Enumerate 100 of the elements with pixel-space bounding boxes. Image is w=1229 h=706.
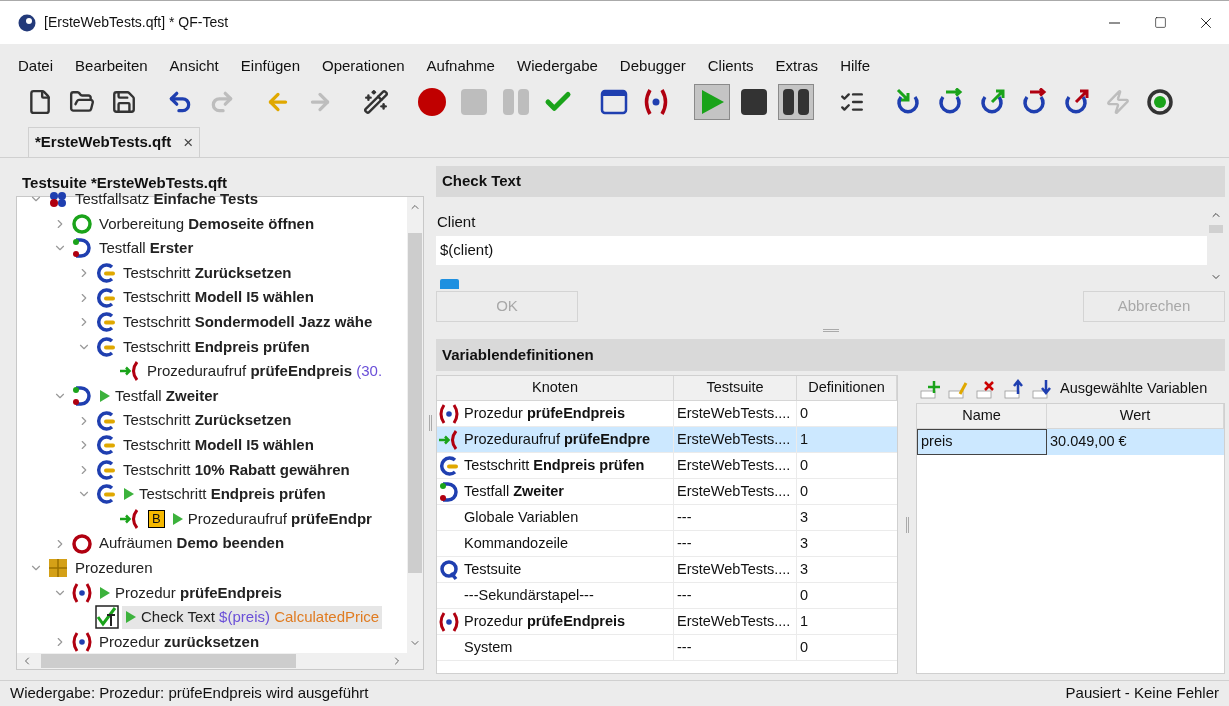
tree-item[interactable]: Testschritt Zurücksetzen xyxy=(120,409,295,432)
move-up-button[interactable] xyxy=(1004,379,1026,399)
table-row[interactable]: Kommandozeile --- 3 xyxy=(437,531,897,557)
running-play-icon xyxy=(123,487,135,502)
menu-item[interactable]: Bearbeiten xyxy=(75,54,148,78)
checkbox-icon[interactable] xyxy=(440,278,459,289)
tree-item[interactable]: Testschritt Zurücksetzen xyxy=(120,261,295,285)
magic-wand-icon xyxy=(363,89,389,115)
tree-item[interactable]: Prozedur prüfeEndpreis xyxy=(96,581,285,605)
table-cell-text: Kommandozeile xyxy=(464,533,568,553)
ring-icon xyxy=(71,212,93,235)
table-row[interactable]: Testsuite ErsteWebTests.... 3 xyxy=(437,557,897,583)
table-row[interactable]: Testschritt Endpreis prüfen ErsteWebTests.... 0 xyxy=(437,453,897,479)
menu-item[interactable]: Hilfe xyxy=(840,54,871,78)
test-step-icon xyxy=(95,262,117,285)
tree-item[interactable]: Testschritt 10% Rabatt gewähren xyxy=(120,458,353,482)
tree-item[interactable]: Testfall Erster xyxy=(96,237,197,260)
table-row[interactable]: Globale Variablen --- 3 xyxy=(437,505,897,531)
running-play-icon xyxy=(99,389,111,404)
procedure-icon xyxy=(71,631,93,653)
status-message: Wiedergabe: Prozedur: prüfeEndpreis wird ausgeführt xyxy=(10,683,369,704)
play-button[interactable] xyxy=(694,84,730,120)
client-field[interactable]: $(client) xyxy=(436,235,1207,265)
table-cell-text: Globale Variablen xyxy=(464,507,579,527)
test-case-icon xyxy=(71,385,93,408)
menu-item[interactable]: Aufnahme xyxy=(426,54,495,78)
procedure-icon xyxy=(71,581,93,604)
skip-out-icon xyxy=(1062,88,1090,116)
menu-item[interactable]: Datei xyxy=(18,54,54,78)
vertical-scrollbar[interactable] xyxy=(407,197,423,653)
menu-item[interactable]: Einfügen xyxy=(240,54,300,78)
section-label: Ausgewählte Variablen xyxy=(1060,379,1208,399)
panel-title: Testsuite *ErsteWebTests.qft xyxy=(21,172,229,193)
document-tab[interactable]: *ErsteWebTests.qft × xyxy=(28,127,201,157)
minimize-icon xyxy=(1108,21,1120,24)
menu-item[interactable]: Ansicht xyxy=(169,54,219,78)
skip-over-icon xyxy=(1020,88,1048,116)
tree-item[interactable]: Vorbereitung Demoseite öffnen xyxy=(96,212,318,236)
down-icon xyxy=(1032,379,1054,399)
scrollbar-thumb[interactable] xyxy=(1209,225,1223,233)
status-message: Pausiert - Keine Fehler xyxy=(1065,683,1219,704)
tree-item[interactable]: Prozeduraufruf prüfeEndpreis (30. xyxy=(144,360,386,383)
table-row[interactable]: Prozeduraufruf prüfeEndpre ErsteWebTests.... 1 xyxy=(437,427,897,453)
tree-item[interactable]: Check Text $(preis) CalculatedPrice xyxy=(122,606,383,629)
breakpoint-marker[interactable]: B xyxy=(148,510,165,528)
step-over-icon xyxy=(936,88,964,116)
menu-item[interactable]: Extras xyxy=(775,54,819,78)
add-icon xyxy=(920,379,942,399)
menu-item[interactable]: Clients xyxy=(707,54,754,78)
table-row[interactable]: Prozedur prüfeEndpreis ErsteWebTests.... 1 xyxy=(437,609,897,635)
save-icon xyxy=(111,89,137,115)
test-step-icon xyxy=(95,458,117,481)
tree-item[interactable]: Testschritt Modell I5 wählen xyxy=(120,434,317,457)
table-cell: preis xyxy=(917,429,1047,455)
tree-item[interactable]: Testschritt Sondermodell Jazz wähe xyxy=(120,311,376,334)
running-play-icon xyxy=(125,610,137,625)
table-row[interactable]: Prozedur prüfeEndpreis ErsteWebTests.... 0 xyxy=(437,401,897,427)
procedure-call-icon xyxy=(438,428,460,451)
tree-item[interactable]: Prozeduraufruf prüfeEndpr xyxy=(168,507,375,531)
table-cell-text: Prozedur prüfeEndpreis xyxy=(464,403,626,423)
menu-item[interactable]: Operationen xyxy=(322,54,405,78)
new-file-icon xyxy=(27,89,53,115)
table-cell-text: Testsuite xyxy=(464,559,522,579)
window-icon xyxy=(600,88,628,116)
table-cell-text: Testfall Zweiter xyxy=(464,481,564,501)
table-cell-text: Prozedur prüfeEndpreis xyxy=(464,611,626,631)
table-row[interactable]: ---Sekundärstapel--- --- 0 xyxy=(437,583,897,609)
test-suite-icon xyxy=(438,558,460,581)
test-step-icon xyxy=(95,434,117,457)
pause-button[interactable] xyxy=(778,84,814,120)
procedure-call-icon xyxy=(119,360,141,383)
table-cell-text: 30.049,00 € xyxy=(1049,432,1128,452)
move-down-button[interactable] xyxy=(1032,379,1054,399)
section-header: Check Text xyxy=(436,166,1225,197)
tree-item[interactable]: Aufräumen Demo beenden xyxy=(96,532,288,555)
tree-item[interactable]: Testschritt Endpreis prüfen xyxy=(120,335,313,359)
close-tab-button[interactable]: × xyxy=(183,129,194,156)
test-case-icon xyxy=(438,480,460,503)
test-step-icon xyxy=(95,409,117,432)
table-row[interactable]: Testfall Zweiter ErsteWebTests.... 0 xyxy=(437,479,897,505)
table-row[interactable]: preis 30.049,00 € xyxy=(917,429,1224,455)
tree-item[interactable]: Prozeduren xyxy=(72,556,156,580)
section-header: Variablendefinitionen xyxy=(436,339,1225,371)
tree-item[interactable]: Testschritt Endpreis prüfen xyxy=(120,483,329,506)
stop-icon xyxy=(740,88,768,116)
table-cell: 0 xyxy=(797,635,897,661)
column-header[interactable]: Name xyxy=(917,404,1047,429)
menu-item[interactable]: Wiedergabe xyxy=(516,54,598,78)
tree-item[interactable]: Prozedur zurücksetzen xyxy=(96,630,263,653)
stop-icon xyxy=(460,88,488,116)
tree-item[interactable]: Testschritt Modell I5 wählen xyxy=(120,286,317,309)
tree-item[interactable]: Testfall Zweiter xyxy=(96,384,222,408)
add-button[interactable] xyxy=(920,379,942,399)
horizontal-scrollbar[interactable] xyxy=(17,653,423,669)
menu-item[interactable]: Debugger xyxy=(619,54,686,78)
lightning-icon xyxy=(1105,89,1131,115)
table-row[interactable]: System --- 0 xyxy=(437,635,897,661)
undo-icon xyxy=(167,89,193,115)
record-icon xyxy=(417,87,447,117)
ring-icon xyxy=(71,532,93,555)
